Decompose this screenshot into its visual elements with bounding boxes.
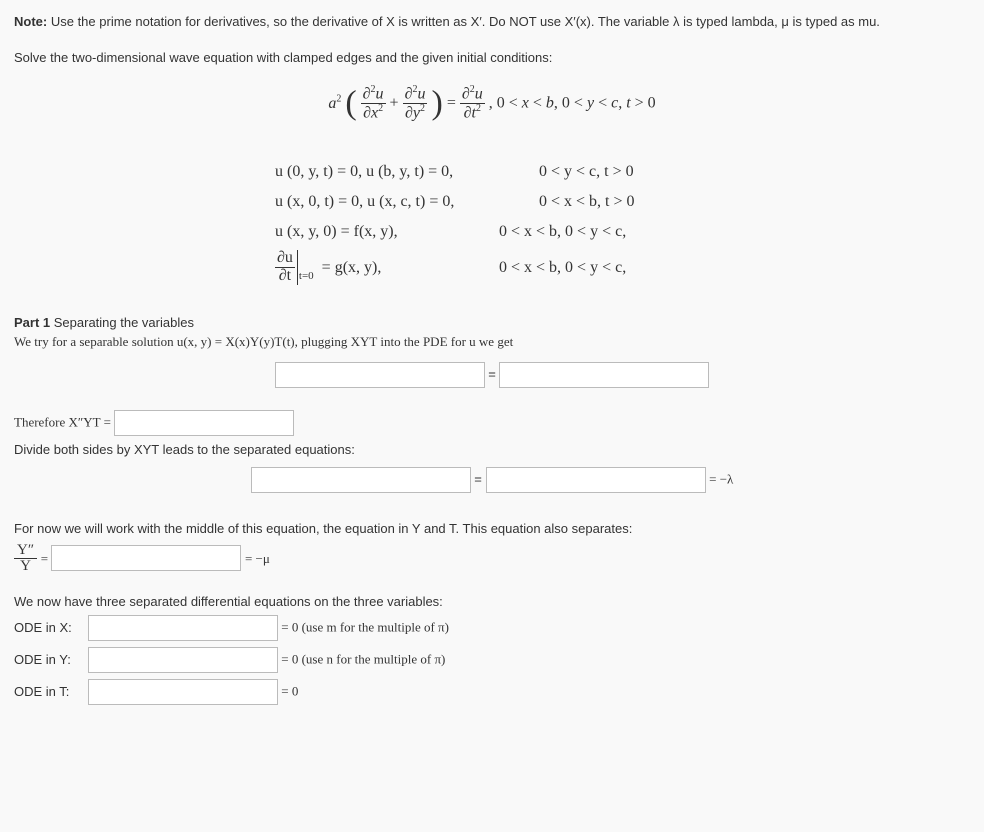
y-separation-row: Y″ Y = = −μ xyxy=(14,543,970,574)
three-odes-intro: We now have three separated differential… xyxy=(14,592,970,612)
ode-x-label: ODE in X: xyxy=(14,618,84,638)
part1-heading-bold: Part 1 xyxy=(14,315,50,330)
ode-y-row: ODE in Y: = 0 (use n for the multiple of… xyxy=(14,647,970,673)
eq-lambda: = −λ xyxy=(709,472,733,487)
bc2-right: 0 < x < b, t > 0 xyxy=(539,190,709,214)
yfrac-eq: = xyxy=(41,551,52,566)
bc-row-1: u (0, y, t) = 0, u (b, y, t) = 0, 0 < y … xyxy=(275,160,709,184)
yfrac-num: Y″ xyxy=(14,543,37,559)
yfrac: Y″ Y xyxy=(14,543,37,574)
ode-x-post: = 0 (use m for the multiple of π) xyxy=(281,620,449,635)
ic2-subscript: t=0 xyxy=(299,268,314,285)
ode-t-label: ODE in T: xyxy=(14,682,84,702)
divide-line: Divide both sides by XYT leads to the se… xyxy=(14,440,970,460)
ode-t-post: = 0 xyxy=(281,684,298,699)
ic1-left: u (x, y, 0) = f(x, y), xyxy=(275,220,475,244)
middle-equation-line: For now we will work with the middle of … xyxy=(14,519,970,539)
yfrac-den: Y xyxy=(14,559,37,574)
bc2-left: u (x, 0, t) = 0, u (x, c, t) = 0, xyxy=(275,190,515,214)
bc1-left: u (0, y, t) = 0, u (b, y, t) = 0, xyxy=(275,160,515,184)
ode-t-row: ODE in T: = 0 xyxy=(14,679,970,705)
ic-row-1: u (x, y, 0) = f(x, y), 0 < x < b, 0 < y … xyxy=(275,220,709,244)
input-ode-y[interactable] xyxy=(88,647,278,673)
input-separated-middle[interactable] xyxy=(486,467,706,493)
ic2-right: 0 < x < b, 0 < y < c, xyxy=(499,256,669,280)
part1-line1: We try for a separable solution u(x, y) … xyxy=(14,332,970,352)
note-line: Note: Use the prime notation for derivat… xyxy=(14,12,970,32)
yfrac-mu: = −μ xyxy=(245,551,270,566)
therefore-label: Therefore X″YT = xyxy=(14,414,114,429)
part1-heading-rest: Separating the variables xyxy=(50,315,194,330)
eq-sign-2: = xyxy=(474,472,482,487)
ic-row-2: ∂u∂t t=0 = g(x, y), 0 < x < b, 0 < y < c… xyxy=(275,250,709,285)
part1-section: Part 1 Separating the variables We try f… xyxy=(14,313,970,706)
input-separated-lhs[interactable] xyxy=(251,467,471,493)
input-xpp-yt[interactable] xyxy=(114,410,294,436)
separated-equation-row: = = −λ xyxy=(14,467,970,493)
therefore-line: Therefore X″YT = xyxy=(14,410,970,436)
eq-sign-1: = xyxy=(488,366,496,381)
input-substituted-lhs[interactable] xyxy=(275,362,485,388)
input-substituted-rhs[interactable] xyxy=(499,362,709,388)
pde-main-equation: a2 ( ∂2u∂x2 + ∂2u∂y2 ) = ∂2u∂t2 , 0 < x … xyxy=(14,85,970,122)
substituted-equation-row: = xyxy=(14,362,970,388)
note-prefix: Note: xyxy=(14,14,47,29)
part1-heading: Part 1 Separating the variables xyxy=(14,313,970,333)
ic2-post: = g(x, y), xyxy=(322,256,382,280)
ic1-right: 0 < x < b, 0 < y < c, xyxy=(499,220,669,244)
input-ode-x[interactable] xyxy=(88,615,278,641)
input-y-separation-rhs[interactable] xyxy=(51,545,241,571)
bc1-right: 0 < y < c, t > 0 xyxy=(539,160,709,184)
bc-row-2: u (x, 0, t) = 0, u (x, c, t) = 0, 0 < x … xyxy=(275,190,709,214)
pde-equation-block: a2 ( ∂2u∂x2 + ∂2u∂y2 ) = ∂2u∂t2 , 0 < x … xyxy=(14,85,970,291)
ode-y-label: ODE in Y: xyxy=(14,650,84,670)
note-body: Use the prime notation for derivatives, … xyxy=(51,14,880,29)
ode-y-post: = 0 (use n for the multiple of π) xyxy=(281,652,445,667)
problem-prompt: Solve the two-dimensional wave equation … xyxy=(14,48,970,68)
input-ode-t[interactable] xyxy=(88,679,278,705)
ode-x-row: ODE in X: = 0 (use m for the multiple of… xyxy=(14,615,970,641)
